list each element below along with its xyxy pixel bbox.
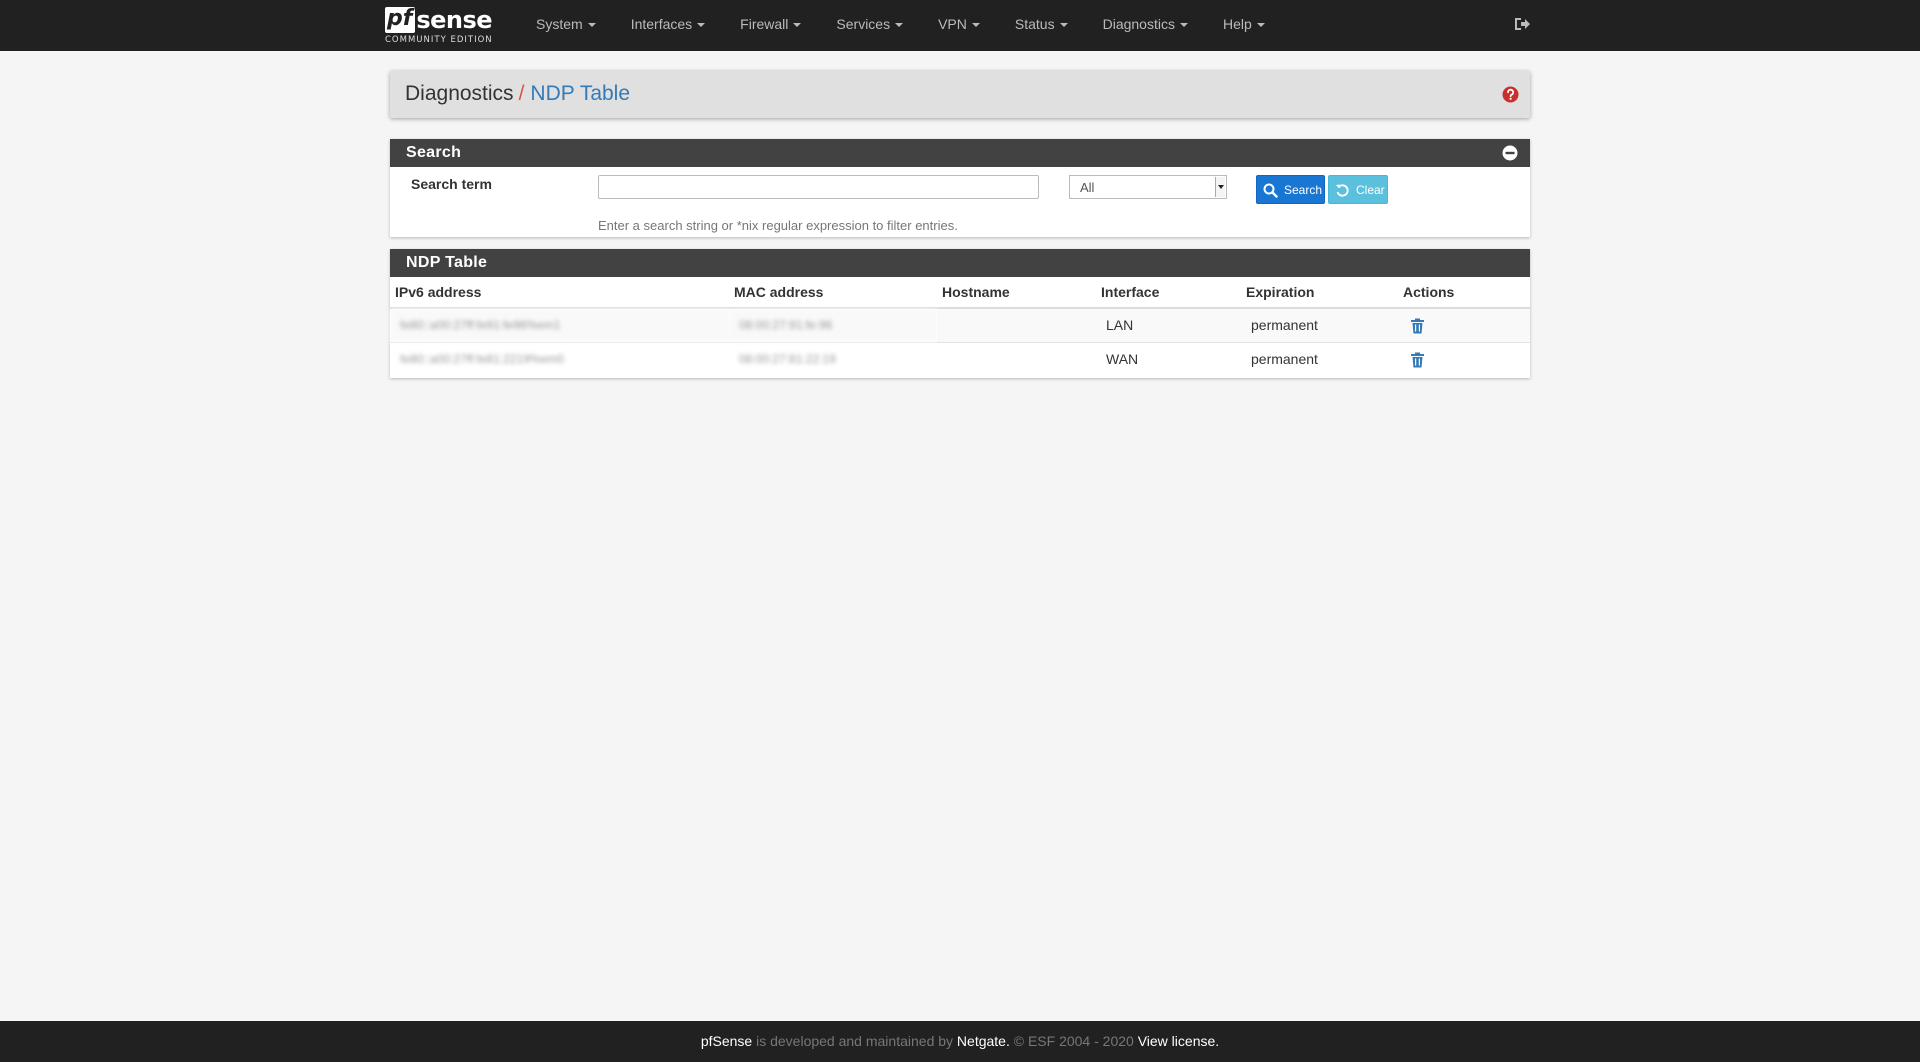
cell-interface: LAN [1096,307,1241,342]
search-term-label: Search term [411,176,492,192]
undo-icon [1335,184,1349,197]
ndp-table-panel: NDP Table IPv6 address MAC address Hostn… [390,249,1530,378]
cell-interface: WAN [1096,341,1241,376]
cell-expiration: permanent [1241,341,1398,376]
netgate-link[interactable]: Netgate. [957,1033,1010,1049]
caret-down-icon [971,23,980,28]
caret-down-icon [697,23,706,28]
menu-interfaces-label: Interfaces [630,16,693,32]
cell-actions [1398,307,1530,342]
cell-ipv6: fe80::a00:27ff:fe81:2219%em0 [390,341,729,376]
cell-expiration: permanent [1241,307,1398,342]
page-header: Diagnostics / NDP Table [390,71,1530,118]
interface-select[interactable]: All [1069,175,1227,199]
col-actions: Actions [1398,277,1530,309]
cell-mac: 08:00:27:91:fe:96 [729,307,937,342]
col-ipv6-address[interactable]: IPv6 address [390,277,729,309]
menu-diagnostics[interactable]: Diagnostics [1086,0,1206,51]
trash-icon[interactable] [1410,318,1425,334]
caret-down-icon [1179,23,1188,28]
caret-down-icon [587,23,596,28]
menu-vpn-label: VPN [938,16,967,32]
menu-interfaces[interactable]: Interfaces [614,0,723,51]
col-expiration[interactable]: Expiration [1241,277,1398,309]
search-panel-title: Search [406,144,462,161]
interface-select-value: All [1080,180,1095,195]
menu-firewall-label: Firewall [740,16,789,32]
menu-help[interactable]: Help [1206,0,1283,51]
menu-status-label: Status [1014,16,1055,32]
select-arrow-icon [1215,177,1225,197]
search-icon [1263,183,1278,198]
table-header-row: IPv6 address MAC address Hostname Interf… [390,277,1530,309]
ndp-panel-title: NDP Table [406,254,488,271]
search-hint: Enter a search string or *nix regular ex… [598,218,958,233]
footer-brand: pfSense [700,1033,753,1049]
col-hostname[interactable]: Hostname [937,277,1096,309]
view-license-link[interactable]: View license. [1138,1033,1219,1049]
clear-button[interactable]: Clear [1328,175,1388,204]
search-panel: Search Search term All Search Clear Ente… [390,139,1530,237]
logo-pf: pf [385,7,416,33]
search-button[interactable]: Search [1256,175,1325,204]
breadcrumb-parent: Diagnostics [405,82,514,105]
caret-down-icon [895,23,904,28]
menu-firewall[interactable]: Firewall [723,0,819,51]
pfsense-logo[interactable]: pf sense COMMUNITY EDITION [385,5,493,47]
ndp-panel-heading: NDP Table [390,249,1530,277]
caret-down-icon [1256,23,1265,28]
menu-vpn[interactable]: VPN [921,0,998,51]
breadcrumb: Diagnostics / NDP Table [405,82,630,106]
cell-ipv6: fe80::a00:27ff:fe91:fe96%em1 [390,307,729,342]
caret-down-icon [793,23,802,28]
cell-hostname [937,341,1096,376]
menu-help-label: Help [1222,16,1252,32]
footer: pfSense is developed and maintained by N… [0,1021,1920,1062]
trash-icon[interactable] [1410,352,1425,368]
collapse-icon[interactable] [1502,145,1518,161]
col-interface[interactable]: Interface [1096,277,1241,309]
menu-services[interactable]: Services [819,0,921,51]
footer-copyright: © ESF 2004 - 2020 [1009,1033,1138,1049]
logo-subtitle: COMMUNITY EDITION [385,35,493,45]
menu-diagnostics-label: Diagnostics [1102,16,1175,32]
cell-hostname [937,307,1096,342]
menu-status[interactable]: Status [998,0,1086,51]
menu-system[interactable]: System [519,0,614,51]
col-mac-address[interactable]: MAC address [729,277,937,309]
breadcrumb-current[interactable]: NDP Table [530,82,630,105]
search-button-label: Search [1284,183,1323,197]
search-panel-heading: Search [390,139,1530,167]
menu-services-label: Services [836,16,891,32]
help-icon[interactable] [1502,86,1519,103]
cell-mac: 08:00:27:81:22:19 [729,341,937,376]
clear-button-label: Clear [1356,183,1385,197]
search-input[interactable] [598,175,1039,199]
caret-down-icon [1059,23,1068,28]
logout-icon[interactable] [1513,15,1531,33]
main-menu: System Interfaces Firewall Services VPN … [519,0,1283,51]
top-navbar: pf sense COMMUNITY EDITION System Interf… [0,0,1920,51]
breadcrumb-separator: / [518,82,525,105]
table-row: fe80::a00:27ff:fe81:2219%em0 08:00:27:81… [390,341,1530,376]
cell-actions [1398,341,1530,376]
footer-text: is developed and maintained by [752,1033,957,1049]
menu-system-label: System [536,16,583,32]
table-row: fe80::a00:27ff:fe91:fe96%em1 08:00:27:91… [390,307,1530,342]
ndp-table: IPv6 address MAC address Hostname Interf… [390,277,1530,376]
logo-sense: sense [416,6,493,34]
